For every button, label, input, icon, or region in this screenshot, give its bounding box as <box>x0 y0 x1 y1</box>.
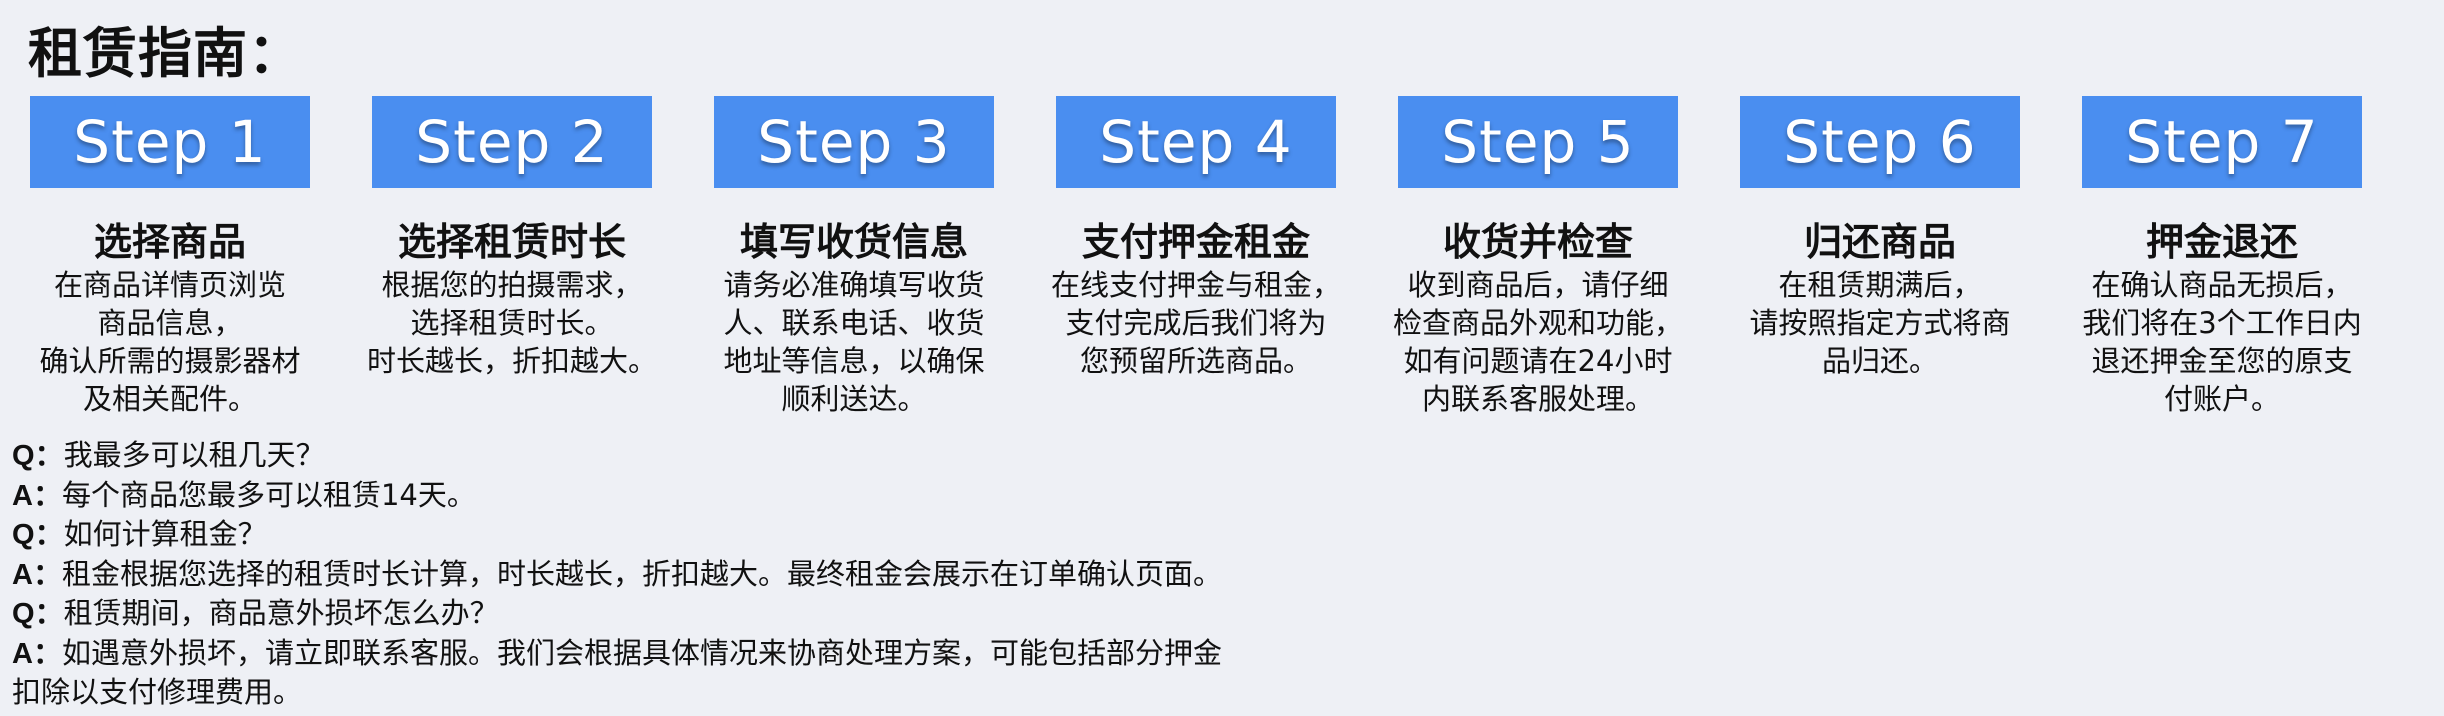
faq-a-label: A： <box>12 637 62 670</box>
faq-answer: A：租金根据您选择的租赁时长计算，时长越长，折扣越大。最终租金会展示在订单确认页… <box>12 555 1412 595</box>
step-badge: Step 6 <box>1740 96 2020 188</box>
step-7: Step 7 押金退还 在确认商品无损后， 我们将在3个工作日内 退还押金至您的… <box>2082 96 2362 418</box>
faq-q-label: Q： <box>12 519 64 551</box>
step-desc-line: 品归还。 <box>1821 344 1938 378</box>
step-heading: 填写收货信息 <box>739 220 968 264</box>
step-heading: 支付押金租金 <box>1081 220 1310 264</box>
faq-a-label: A： <box>12 558 62 591</box>
step-desc-line: 在确认商品无损后， <box>2091 268 2353 302</box>
step-desc-line: 收到商品后，请仔细 <box>1407 268 1669 302</box>
faq-q-label: Q： <box>12 598 64 630</box>
step-1: Step 1 选择商品 在商品详情页浏览 商品信息， 确认所需的摄影器材 及相关… <box>30 96 310 418</box>
step-desc-line: 内联系客服处理。 <box>1421 382 1654 416</box>
step-desc-line: 地址等信息，以确保 <box>723 344 985 378</box>
page-title: 租赁指南： <box>28 22 303 85</box>
faq-question: Q：租赁期间，商品意外损坏怎么办？ <box>12 594 1412 634</box>
step-5: Step 5 收货并检查 收到商品后，请仔细 检查商品外观和功能， 如有问题请在… <box>1393 96 1683 418</box>
step-badge: Step 2 <box>372 96 652 188</box>
faq-a-label: A： <box>12 479 62 512</box>
faq-answer-text: 如遇意外损坏，请立即联系客服。我们会根据具体情况来协商处理方案，可能包括部分押金 <box>61 635 1222 670</box>
step-desc-line: 退还押金至您的原支 <box>2091 344 2353 378</box>
step-2: Step 2 选择租赁时长 根据您的拍摄需求， 选择租赁时长。 时长越长，折扣越… <box>367 96 657 380</box>
faq-answer: A：每个商品您最多可以租赁14天。 <box>12 476 1412 516</box>
faq-q-label: Q： <box>12 440 64 472</box>
steps-row: Step 1 选择商品 在商品详情页浏览 商品信息， 确认所需的摄影器材 及相关… <box>30 96 2424 436</box>
step-description: 根据您的拍摄需求， 选择租赁时长。 时长越长，折扣越大。 <box>347 266 677 380</box>
step-badge: Step 7 <box>2082 96 2362 188</box>
faq-question: Q：如何计算租金？ <box>12 515 1412 555</box>
step-desc-line: 付账户。 <box>2163 382 2280 416</box>
step-description: 在线支付押金与租金， 支付完成后我们将为 您预留所选商品。 <box>1031 266 1361 380</box>
step-desc-line: 根据您的拍摄需求， <box>381 268 643 302</box>
step-desc-line: 确认所需的摄影器材 <box>39 344 301 378</box>
step-heading: 选择商品 <box>93 220 246 264</box>
step-desc-line: 选择租赁时长。 <box>410 306 614 340</box>
step-desc-line: 商品信息， <box>97 306 243 340</box>
faq-section: Q：我最多可以租几天？ A：每个商品您最多可以租赁14天。 Q：如何计算租金？ … <box>12 436 1412 712</box>
step-desc-line: 支付完成后我们将为 <box>1065 306 1327 340</box>
step-description: 在确认商品无损后， 我们将在3个工作日内 退还押金至您的原支 付账户。 <box>2057 266 2387 418</box>
faq-answer: A：如遇意外损坏，请立即联系客服。我们会根据具体情况来协商处理方案，可能包括部分… <box>12 634 1412 674</box>
step-desc-line: 在商品详情页浏览 <box>53 268 286 302</box>
step-description: 收到商品后，请仔细 检查商品外观和功能， 如有问题请在24小时 内联系客服处理。 <box>1373 266 1703 418</box>
step-desc-line: 您预留所选商品。 <box>1079 344 1312 378</box>
step-4: Step 4 支付押金租金 在线支付押金与租金， 支付完成后我们将为 您预留所选… <box>1051 96 1341 380</box>
step-description: 请务必准确填写收货 人、联系电话、收货 地址等信息，以确保 顺利送达。 <box>689 266 1019 418</box>
step-heading: 选择租赁时长 <box>397 220 626 264</box>
step-desc-line: 在线支付押金与租金， <box>1050 268 1341 302</box>
step-6: Step 6 归还商品 在租赁期满后， 请按照指定方式将商 品归还。 <box>1740 96 2020 380</box>
step-desc-line: 及相关配件。 <box>82 382 257 416</box>
step-description: 在租赁期满后， 请按照指定方式将商 品归还。 <box>1715 266 2045 380</box>
step-badge: Step 3 <box>714 96 994 188</box>
faq-question-text: 租赁期间，商品意外损坏怎么办？ <box>63 596 499 630</box>
step-desc-line: 如有问题请在24小时 <box>1403 344 1673 378</box>
step-heading: 押金退还 <box>2145 220 2298 264</box>
step-description: 在商品详情页浏览 商品信息， 确认所需的摄影器材 及相关配件。 <box>5 266 335 418</box>
faq-question-text: 我最多可以租几天？ <box>63 438 325 472</box>
step-desc-line: 在租赁期满后， <box>1778 268 1982 302</box>
step-desc-line: 请按照指定方式将商 <box>1749 306 2011 340</box>
step-heading: 归还商品 <box>1803 220 1956 264</box>
step-desc-line: 检查商品外观和功能， <box>1392 306 1683 340</box>
step-heading: 收货并检查 <box>1442 220 1633 264</box>
step-badge: Step 1 <box>30 96 310 188</box>
step-desc-line: 人、联系电话、收货 <box>723 306 985 340</box>
step-desc-line: 时长越长，折扣越大。 <box>366 344 657 378</box>
step-desc-line: 请务必准确填写收货 <box>723 268 985 302</box>
step-desc-line: 顺利送达。 <box>781 382 927 416</box>
faq-answer-text: 每个商品您最多可以租赁14天。 <box>61 477 476 512</box>
faq-answer-text: 租金根据您选择的租赁时长计算，时长越长，折扣越大。最终租金会展示在订单确认页面。 <box>61 556 1222 591</box>
faq-question: Q：我最多可以租几天？ <box>12 436 1412 476</box>
faq-question-text: 如何计算租金？ <box>63 517 267 551</box>
step-3: Step 3 填写收货信息 请务必准确填写收货 人、联系电话、收货 地址等信息，… <box>714 96 994 418</box>
faq-answer-continued: 扣除以支付修理费用。 <box>12 675 303 709</box>
step-badge: Step 5 <box>1398 96 1678 188</box>
step-badge: Step 4 <box>1056 96 1336 188</box>
step-desc-line: 我们将在3个工作日内 <box>2082 306 2362 340</box>
